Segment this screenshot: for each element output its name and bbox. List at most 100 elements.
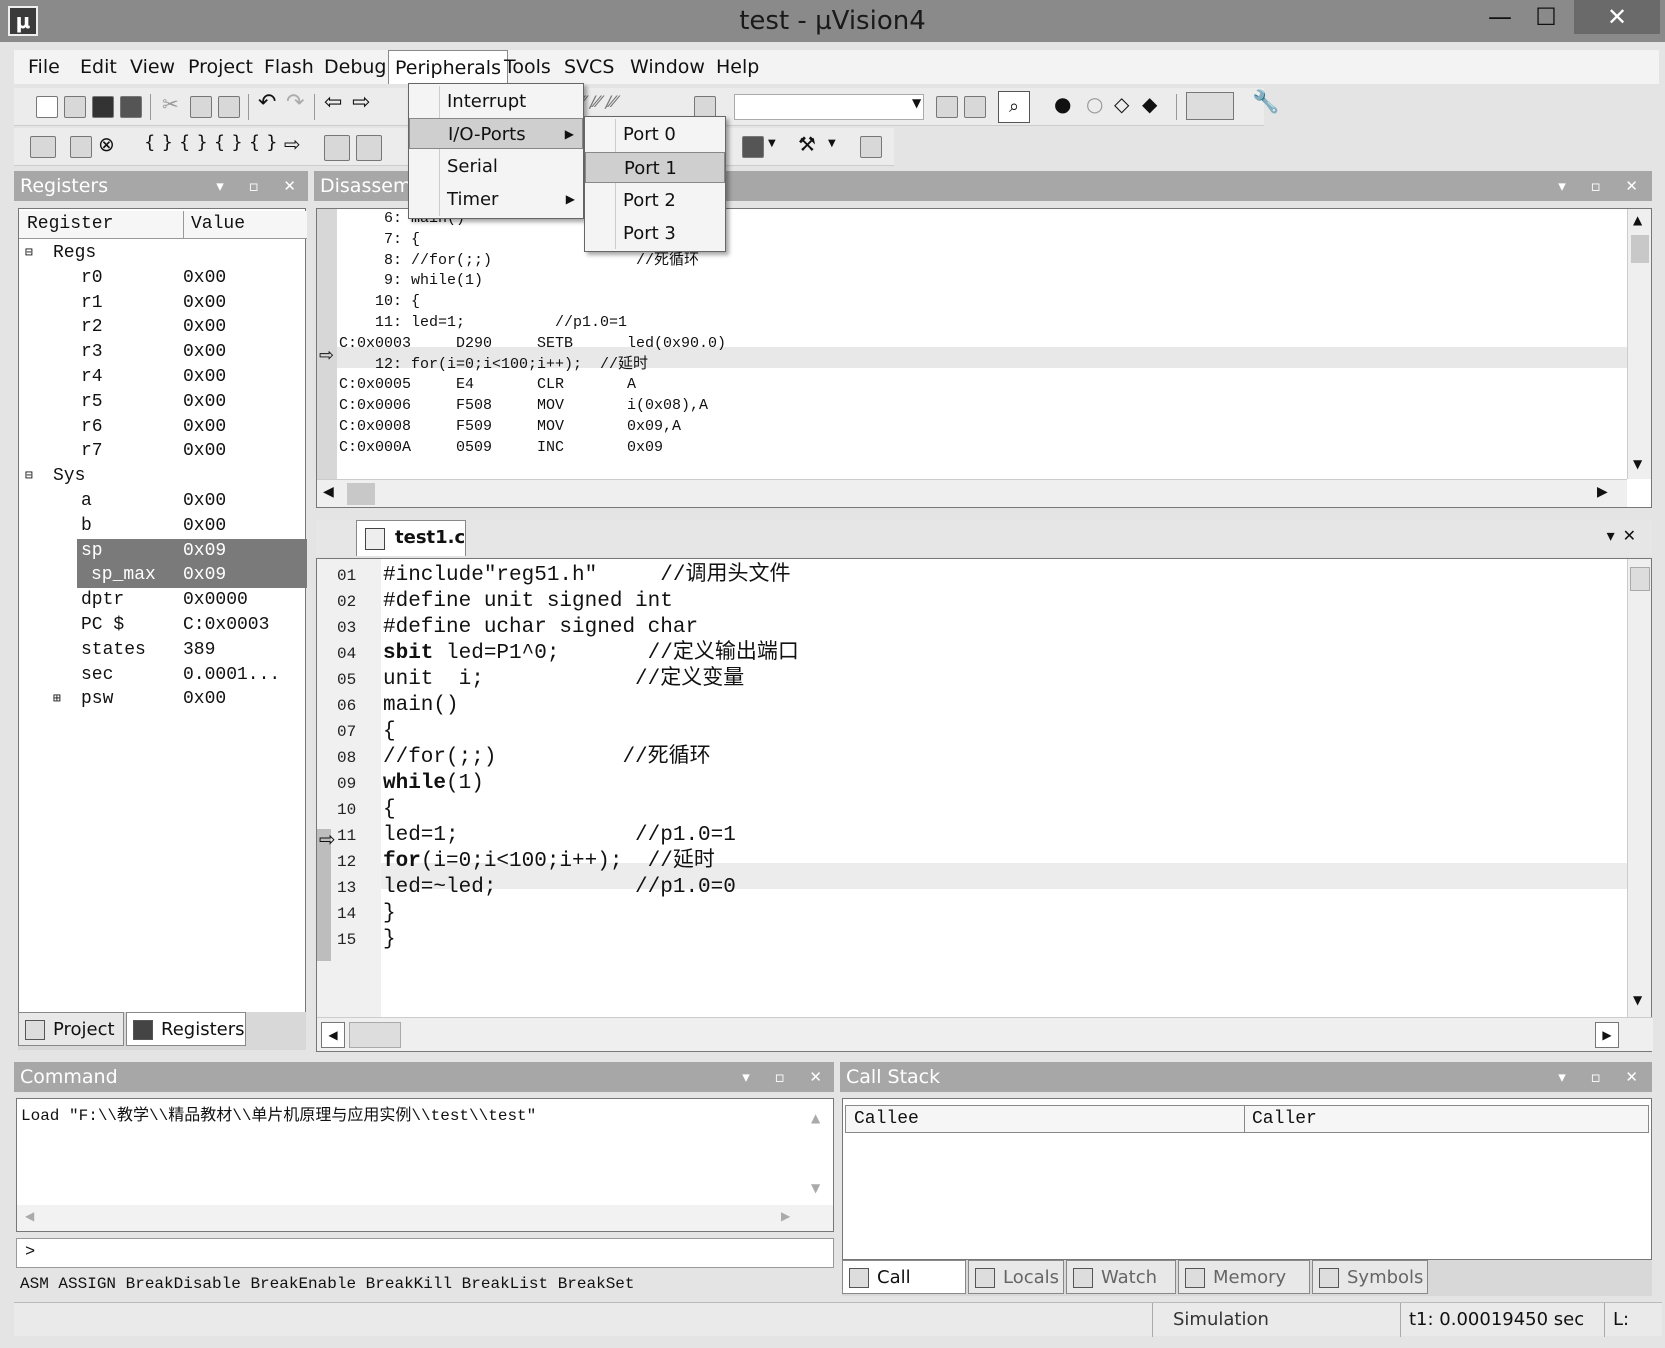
menu-item-serial[interactable]: Serial (409, 151, 583, 182)
scroll-right-icon[interactable]: ▶ (781, 1209, 790, 1223)
scroll-right-icon[interactable]: ▶ (1595, 1022, 1619, 1048)
back-icon[interactable]: ⇦ (324, 90, 342, 115)
command-output[interactable]: Load "F:\\教学\\精品教材\\单片机原理与应用实例\\test\\te… (16, 1098, 834, 1232)
register-value[interactable]: 0.0001... (183, 663, 280, 688)
disassembly-line[interactable]: C:0x0008 F509 MOV 0x09,A (339, 417, 726, 438)
register-value[interactable]: 0x00 (183, 687, 226, 712)
menu-help[interactable]: Help (710, 50, 765, 84)
code-line[interactable]: 12 for(i=0;i<100;i++); //延时 (317, 849, 1617, 875)
register-value[interactable]: 0x0000 (183, 588, 248, 613)
expand-icon[interactable]: ⊞ (53, 687, 61, 712)
menu-item-port-0[interactable]: Port 0 (585, 119, 725, 150)
disassembly-line[interactable]: C:0x0006 F508 MOV i(0x08),A (339, 396, 726, 417)
collapse-icon[interactable]: ⊟ (25, 241, 33, 266)
disable-breakpoint-icon[interactable]: ○ (1086, 92, 1103, 116)
tab-registers[interactable]: Registers (126, 1012, 246, 1046)
col-caller[interactable]: Caller (1252, 1109, 1317, 1129)
menu-item-timer[interactable]: Timer ▶ (409, 184, 583, 215)
menu-item-port-1[interactable]: Port 1 (585, 152, 725, 183)
scroll-thumb[interactable] (1631, 235, 1649, 263)
reset-icon[interactable] (30, 136, 56, 158)
code-line[interactable]: 14} (317, 901, 1617, 927)
scroll-up-icon[interactable] (1630, 567, 1650, 591)
menu-view[interactable]: View (124, 50, 181, 84)
paste-icon[interactable] (218, 96, 240, 118)
find-in-files-icon[interactable] (936, 96, 958, 118)
register-row[interactable]: a 0x00 (19, 489, 307, 514)
code-line[interactable]: 09 while(1) (317, 771, 1617, 797)
debug-options-icon[interactable] (964, 96, 986, 118)
new-file-icon[interactable] (36, 96, 58, 118)
disassembly-window-icon[interactable] (356, 135, 382, 161)
redo-icon[interactable]: ↷ (286, 90, 304, 115)
code-line[interactable]: 07 { (317, 719, 1617, 745)
tab-memory-1[interactable]: Memory 1 (1178, 1260, 1310, 1322)
editor-hscroll[interactable]: ◀ ▶ (317, 1017, 1653, 1051)
disable-all-breakpoints-icon[interactable]: ◇ (1114, 92, 1129, 116)
register-row[interactable]: r5 0x00 (19, 390, 307, 415)
app-icon[interactable]: μ (8, 6, 38, 36)
disassembly-line[interactable]: 8: //for(;;) //死循环 (339, 251, 726, 272)
chevron-down-icon[interactable]: ▼ (768, 138, 776, 149)
scroll-down-icon[interactable]: ▼ (1633, 457, 1642, 471)
trace-icon[interactable] (860, 136, 882, 158)
register-row[interactable]: dptr 0x0000 (19, 588, 307, 613)
disassembly-line[interactable]: C:0x000A 0509 INC 0x09 (339, 438, 726, 459)
register-value[interactable]: 0x00 (183, 390, 226, 415)
scroll-up-icon[interactable]: ▲ (1633, 213, 1642, 227)
tree-group[interactable]: ⊟ Regs (19, 241, 307, 266)
menu-svcs[interactable]: SVCS (558, 50, 620, 84)
chevron-down-icon[interactable]: ▼ (912, 96, 921, 110)
bookmark-icon[interactable] (694, 96, 716, 118)
tab-call-stack[interactable]: Call Stack (842, 1260, 966, 1322)
register-value[interactable]: 0x00 (183, 365, 226, 390)
panel-controls[interactable]: ▾ ▫ ✕ (1558, 171, 1648, 201)
scroll-thumb[interactable] (347, 483, 375, 505)
tab-test1-c[interactable]: test1.c (356, 520, 466, 556)
breakpoint-icon[interactable]: ● (1054, 92, 1071, 116)
collapse-icon[interactable]: ⊟ (25, 464, 33, 489)
scroll-down-icon[interactable]: ▼ (1633, 993, 1642, 1007)
code-line[interactable]: 05 unit i; //定义变量 (317, 667, 1617, 693)
code-line[interactable]: 11 led=1; //p1.0=1 (317, 823, 1617, 849)
code-line[interactable]: 01 #include"reg51.h" //调用头文件 (317, 563, 1617, 589)
configure-icon[interactable]: 🔧 (1252, 90, 1279, 115)
disassembly-line[interactable]: C:0x0005 E4 CLR A (339, 375, 726, 396)
code-line[interactable]: 15} (317, 927, 1617, 953)
register-row[interactable]: r4 0x00 (19, 365, 307, 390)
disassembly-view[interactable]: ⇨ 6: main() 7: { 8: //for(;;) //死循环 9: w… (316, 208, 1652, 508)
command-input[interactable]: > (16, 1238, 834, 1268)
code-line[interactable]: 08 //for(;;) //死循环 (317, 745, 1617, 771)
register-row[interactable]: r6 0x00 (19, 415, 307, 440)
col-value[interactable]: Value (191, 214, 245, 234)
menu-window[interactable]: Window (624, 50, 711, 84)
run-to-cursor-icon[interactable]: ⇨ (284, 132, 301, 156)
cut-icon[interactable]: ✂ (162, 92, 179, 116)
disassembly-line[interactable]: 9: while(1) (339, 271, 726, 292)
window-layout-icon[interactable] (1186, 92, 1234, 120)
command-hscroll[interactable]: ◀ ▶ (17, 1205, 833, 1231)
code-line[interactable]: 03 #define uchar signed char (317, 615, 1617, 641)
run-icon[interactable] (70, 136, 92, 158)
register-row[interactable]: r1 0x00 (19, 291, 307, 316)
scroll-left-icon[interactable]: ◀ (25, 1209, 34, 1223)
menu-edit[interactable]: Edit (74, 50, 123, 84)
scroll-up-icon[interactable]: ▲ (811, 1111, 820, 1125)
disassembly-line[interactable]: 10: { (339, 292, 726, 313)
start-debug-icon[interactable]: ⌕ (998, 91, 1030, 123)
register-value[interactable]: 0x00 (183, 514, 226, 539)
save-icon[interactable] (92, 96, 114, 118)
menu-file[interactable]: File (22, 50, 66, 84)
scroll-left-icon[interactable]: ◀ (323, 484, 334, 500)
register-row[interactable]: sec 0.0001... (19, 663, 307, 688)
register-value[interactable]: 0x00 (183, 266, 226, 291)
callstack-table[interactable]: Callee Caller (842, 1098, 1652, 1260)
register-row[interactable]: states 389 (19, 638, 307, 663)
disassembly-line[interactable]: 11: led=1; //p1.0=1 (339, 313, 726, 334)
register-value[interactable]: 389 (183, 638, 215, 663)
register-value[interactable]: 0x00 (183, 439, 226, 464)
tab-project[interactable]: Project (18, 1012, 124, 1046)
tree-group[interactable]: ⊟ Sys (19, 464, 307, 489)
disassembly-hscroll[interactable]: ◀ ▶ (317, 479, 1627, 507)
panel-controls[interactable]: ▾ ▫ ✕ (742, 1062, 832, 1092)
